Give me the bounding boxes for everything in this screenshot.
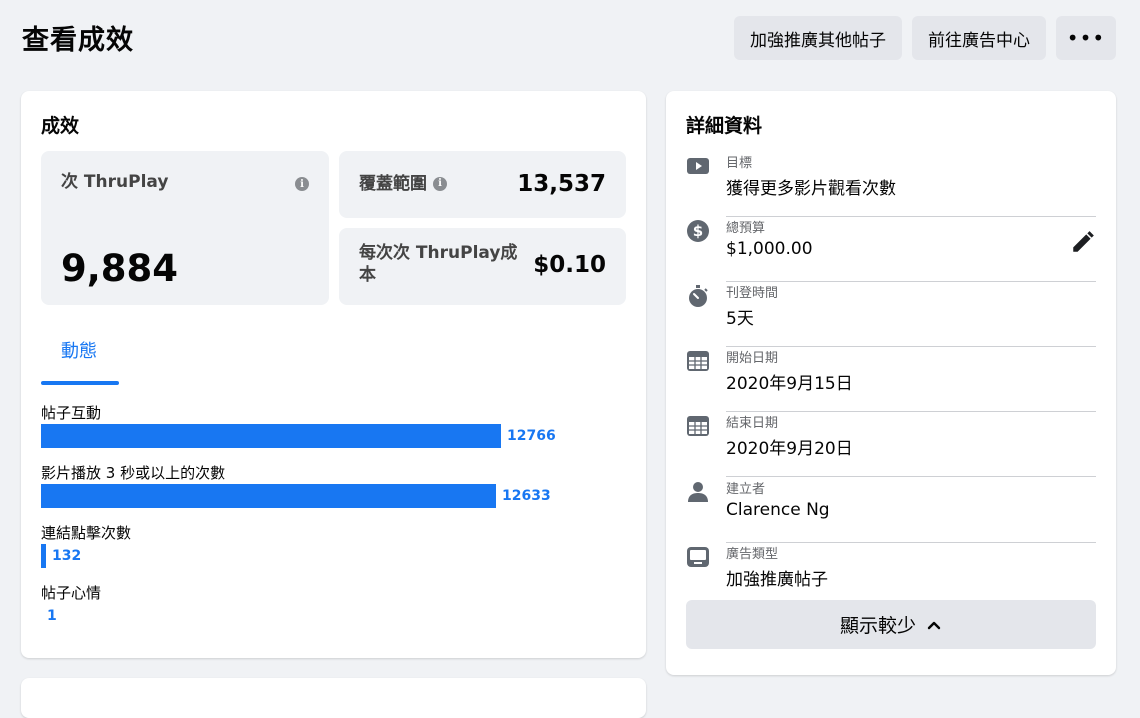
detail-value: Clarence Ng bbox=[726, 500, 830, 520]
bar-line: 1 bbox=[41, 604, 57, 628]
calendar-icon bbox=[687, 351, 709, 371]
detail-label: 結束日期 bbox=[726, 416, 779, 431]
detail-label: 總預算 bbox=[726, 221, 766, 236]
detail-item: 建立者 Clarence Ng bbox=[686, 478, 1096, 543]
stopwatch-icon bbox=[689, 285, 708, 307]
detail-label: 建立者 bbox=[726, 482, 766, 497]
detail-label: 目標 bbox=[726, 156, 753, 171]
divider bbox=[726, 476, 1096, 477]
activity-bar-row: 帖子互動 12766 bbox=[41, 402, 621, 452]
activity-bar-row: 影片播放 3 秒或以上的次數 12633 bbox=[41, 462, 621, 512]
thruplay-label: 次 ThruPlay bbox=[61, 172, 169, 192]
bar-fill bbox=[41, 424, 501, 448]
performance-card: 成效 次 ThruPlay i 9,884 覆蓋範圍 i 13,537 每次次 T… bbox=[21, 91, 646, 658]
activity-bar-row: 帖子心情 1 bbox=[41, 582, 621, 632]
reach-label-wrap: 覆蓋範圍 i bbox=[359, 173, 447, 195]
detail-item: 結束日期 2020年9月20日 bbox=[686, 412, 1096, 477]
bar-line: 132 bbox=[41, 544, 81, 568]
bar-label: 帖子互動 bbox=[41, 404, 102, 422]
detail-label: 開始日期 bbox=[726, 351, 779, 366]
cost-per-thruplay-stat: 每次次 ThruPlay成本 $0.10 bbox=[339, 228, 626, 305]
bar-value: 132 bbox=[52, 548, 82, 564]
detail-value: 獲得更多影片觀看次數 bbox=[726, 179, 896, 199]
reach-label: 覆蓋範圍 bbox=[359, 174, 427, 194]
bar-fill bbox=[41, 544, 46, 568]
bar-label: 連結點擊次數 bbox=[41, 524, 132, 542]
person-icon bbox=[688, 482, 708, 502]
show-less-button[interactable]: 顯示較少 bbox=[686, 600, 1096, 649]
boost-other-posts-button[interactable]: 加強推廣其他帖子 bbox=[734, 16, 902, 60]
details-title: 詳細資料 bbox=[686, 115, 763, 137]
tab-activity[interactable]: 動態 bbox=[61, 337, 97, 363]
pencil-icon[interactable] bbox=[1070, 229, 1096, 255]
go-to-ads-center-button[interactable]: 前往廣告中心 bbox=[912, 16, 1046, 60]
detail-item: 開始日期 2020年9月15日 bbox=[686, 347, 1096, 412]
thruplay-value: 9,884 bbox=[61, 247, 179, 290]
detail-item: 廣告類型加強推廣帖子 bbox=[686, 543, 1096, 608]
detail-value: 2020年9月20日 bbox=[726, 439, 853, 459]
info-icon[interactable]: i bbox=[433, 177, 447, 191]
thruplay-stat: 次 ThruPlay i 9,884 bbox=[41, 151, 329, 305]
cost-value: $0.10 bbox=[533, 252, 606, 278]
dollar-icon: $ bbox=[687, 220, 709, 242]
cost-label: 每次次 ThruPlay成本 bbox=[359, 243, 518, 285]
detail-label: 廣告類型 bbox=[726, 547, 779, 562]
bar-value: 12766 bbox=[507, 428, 556, 444]
detail-value: 5天 bbox=[726, 309, 754, 329]
detail-value: 加強推廣帖子 bbox=[726, 570, 828, 590]
bar-value: 12633 bbox=[502, 488, 551, 504]
tab-underline bbox=[41, 381, 119, 385]
reach-value: 13,537 bbox=[517, 171, 606, 197]
detail-item: 目標獲得更多影片觀看次數 bbox=[686, 152, 1096, 217]
more-options-button[interactable]: ••• bbox=[1056, 16, 1116, 60]
page-title: 查看成效 bbox=[22, 25, 134, 56]
detail-item: 刊登時間 5天 bbox=[686, 282, 1096, 347]
details-card: 詳細資料 目標獲得更多影片觀看次數 $ 總預算 $1,000.00 刊登時間 5天開始日期… bbox=[666, 91, 1116, 675]
bar-label: 影片播放 3 秒或以上的次數 bbox=[41, 464, 226, 482]
top-actions: 加強推廣其他帖子 前往廣告中心 ••• bbox=[734, 16, 1116, 60]
performance-title: 成效 bbox=[41, 115, 80, 137]
detail-value: $1,000.00 bbox=[726, 239, 813, 259]
bar-fill bbox=[41, 484, 496, 508]
chevron-up-icon bbox=[927, 621, 941, 629]
bar-line: 12766 bbox=[41, 424, 556, 448]
ad-type-icon bbox=[687, 547, 709, 567]
detail-label: 刊登時間 bbox=[726, 286, 779, 301]
video-play-icon bbox=[687, 158, 709, 174]
info-icon[interactable]: i bbox=[295, 177, 309, 191]
next-card bbox=[21, 678, 646, 718]
reach-stat: 覆蓋範圍 i 13,537 bbox=[339, 151, 626, 218]
detail-value: 2020年9月15日 bbox=[726, 374, 853, 394]
detail-item: $ 總預算 $1,000.00 bbox=[686, 217, 1096, 282]
bar-label: 帖子心情 bbox=[41, 584, 102, 602]
show-less-label: 顯示較少 bbox=[839, 615, 916, 637]
activity-bar-row: 連結點擊次數 132 bbox=[41, 522, 621, 572]
svg-text:$: $ bbox=[693, 222, 703, 240]
bar-line: 12633 bbox=[41, 484, 551, 508]
bar-value: 1 bbox=[47, 608, 57, 624]
calendar-icon bbox=[687, 416, 709, 436]
